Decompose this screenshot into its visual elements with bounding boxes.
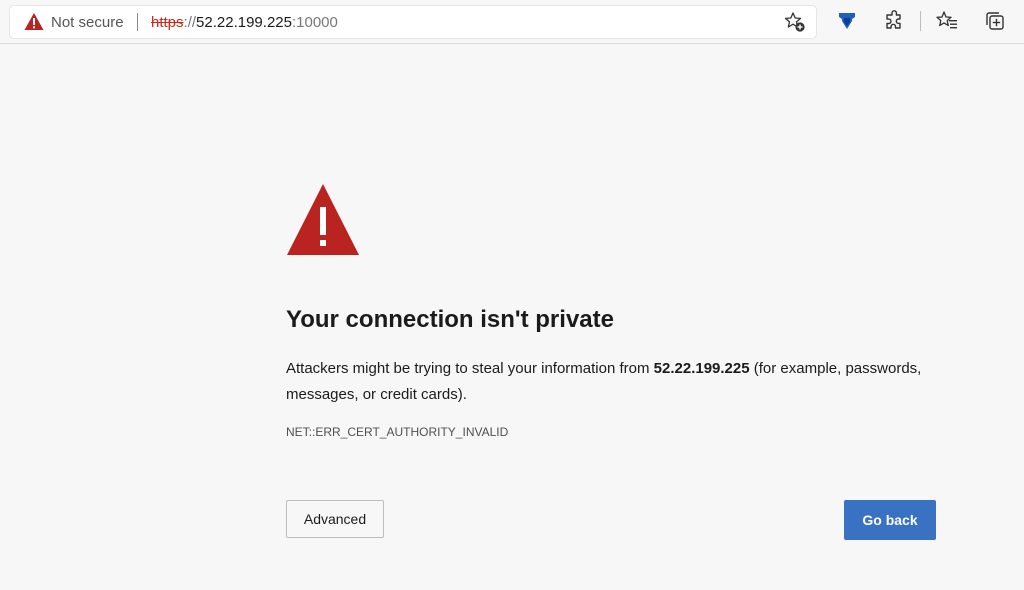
warning-icon[interactable] — [24, 12, 44, 32]
go-back-button[interactable]: Go back — [844, 500, 936, 540]
extension-badge-icon[interactable] — [836, 10, 858, 32]
url-scheme: https — [151, 14, 184, 31]
security-status-label[interactable]: Not secure — [51, 14, 124, 31]
advanced-button[interactable]: Advanced — [286, 500, 384, 538]
url-text[interactable]: https://52.22.199.225:10000 — [151, 14, 338, 31]
error-code: NET::ERR_CERT_AUTHORITY_INVALID — [286, 425, 509, 439]
error-description: Attackers might be trying to steal your … — [286, 356, 946, 408]
warning-icon — [287, 184, 359, 255]
url-port: :10000 — [291, 14, 338, 31]
address-bar[interactable]: Not secure https://52.22.199.225:10000 — [10, 6, 816, 38]
favorite-add-icon[interactable] — [784, 11, 806, 33]
collections-icon[interactable] — [984, 10, 1006, 32]
toolbar-divider — [920, 11, 921, 31]
description-host: 52.22.199.225 — [653, 360, 750, 377]
url-separator: :// — [183, 14, 197, 31]
favorites-icon[interactable] — [936, 10, 958, 32]
page-title: Your connection isn't private — [286, 306, 614, 333]
extensions-icon[interactable] — [884, 10, 906, 32]
address-divider — [137, 13, 138, 31]
url-host: 52.22.199.225 — [196, 14, 292, 31]
description-text: Attackers might be trying to steal your … — [286, 360, 654, 377]
browser-toolbar: Not secure https://52.22.199.225:10000 — [0, 0, 1024, 44]
